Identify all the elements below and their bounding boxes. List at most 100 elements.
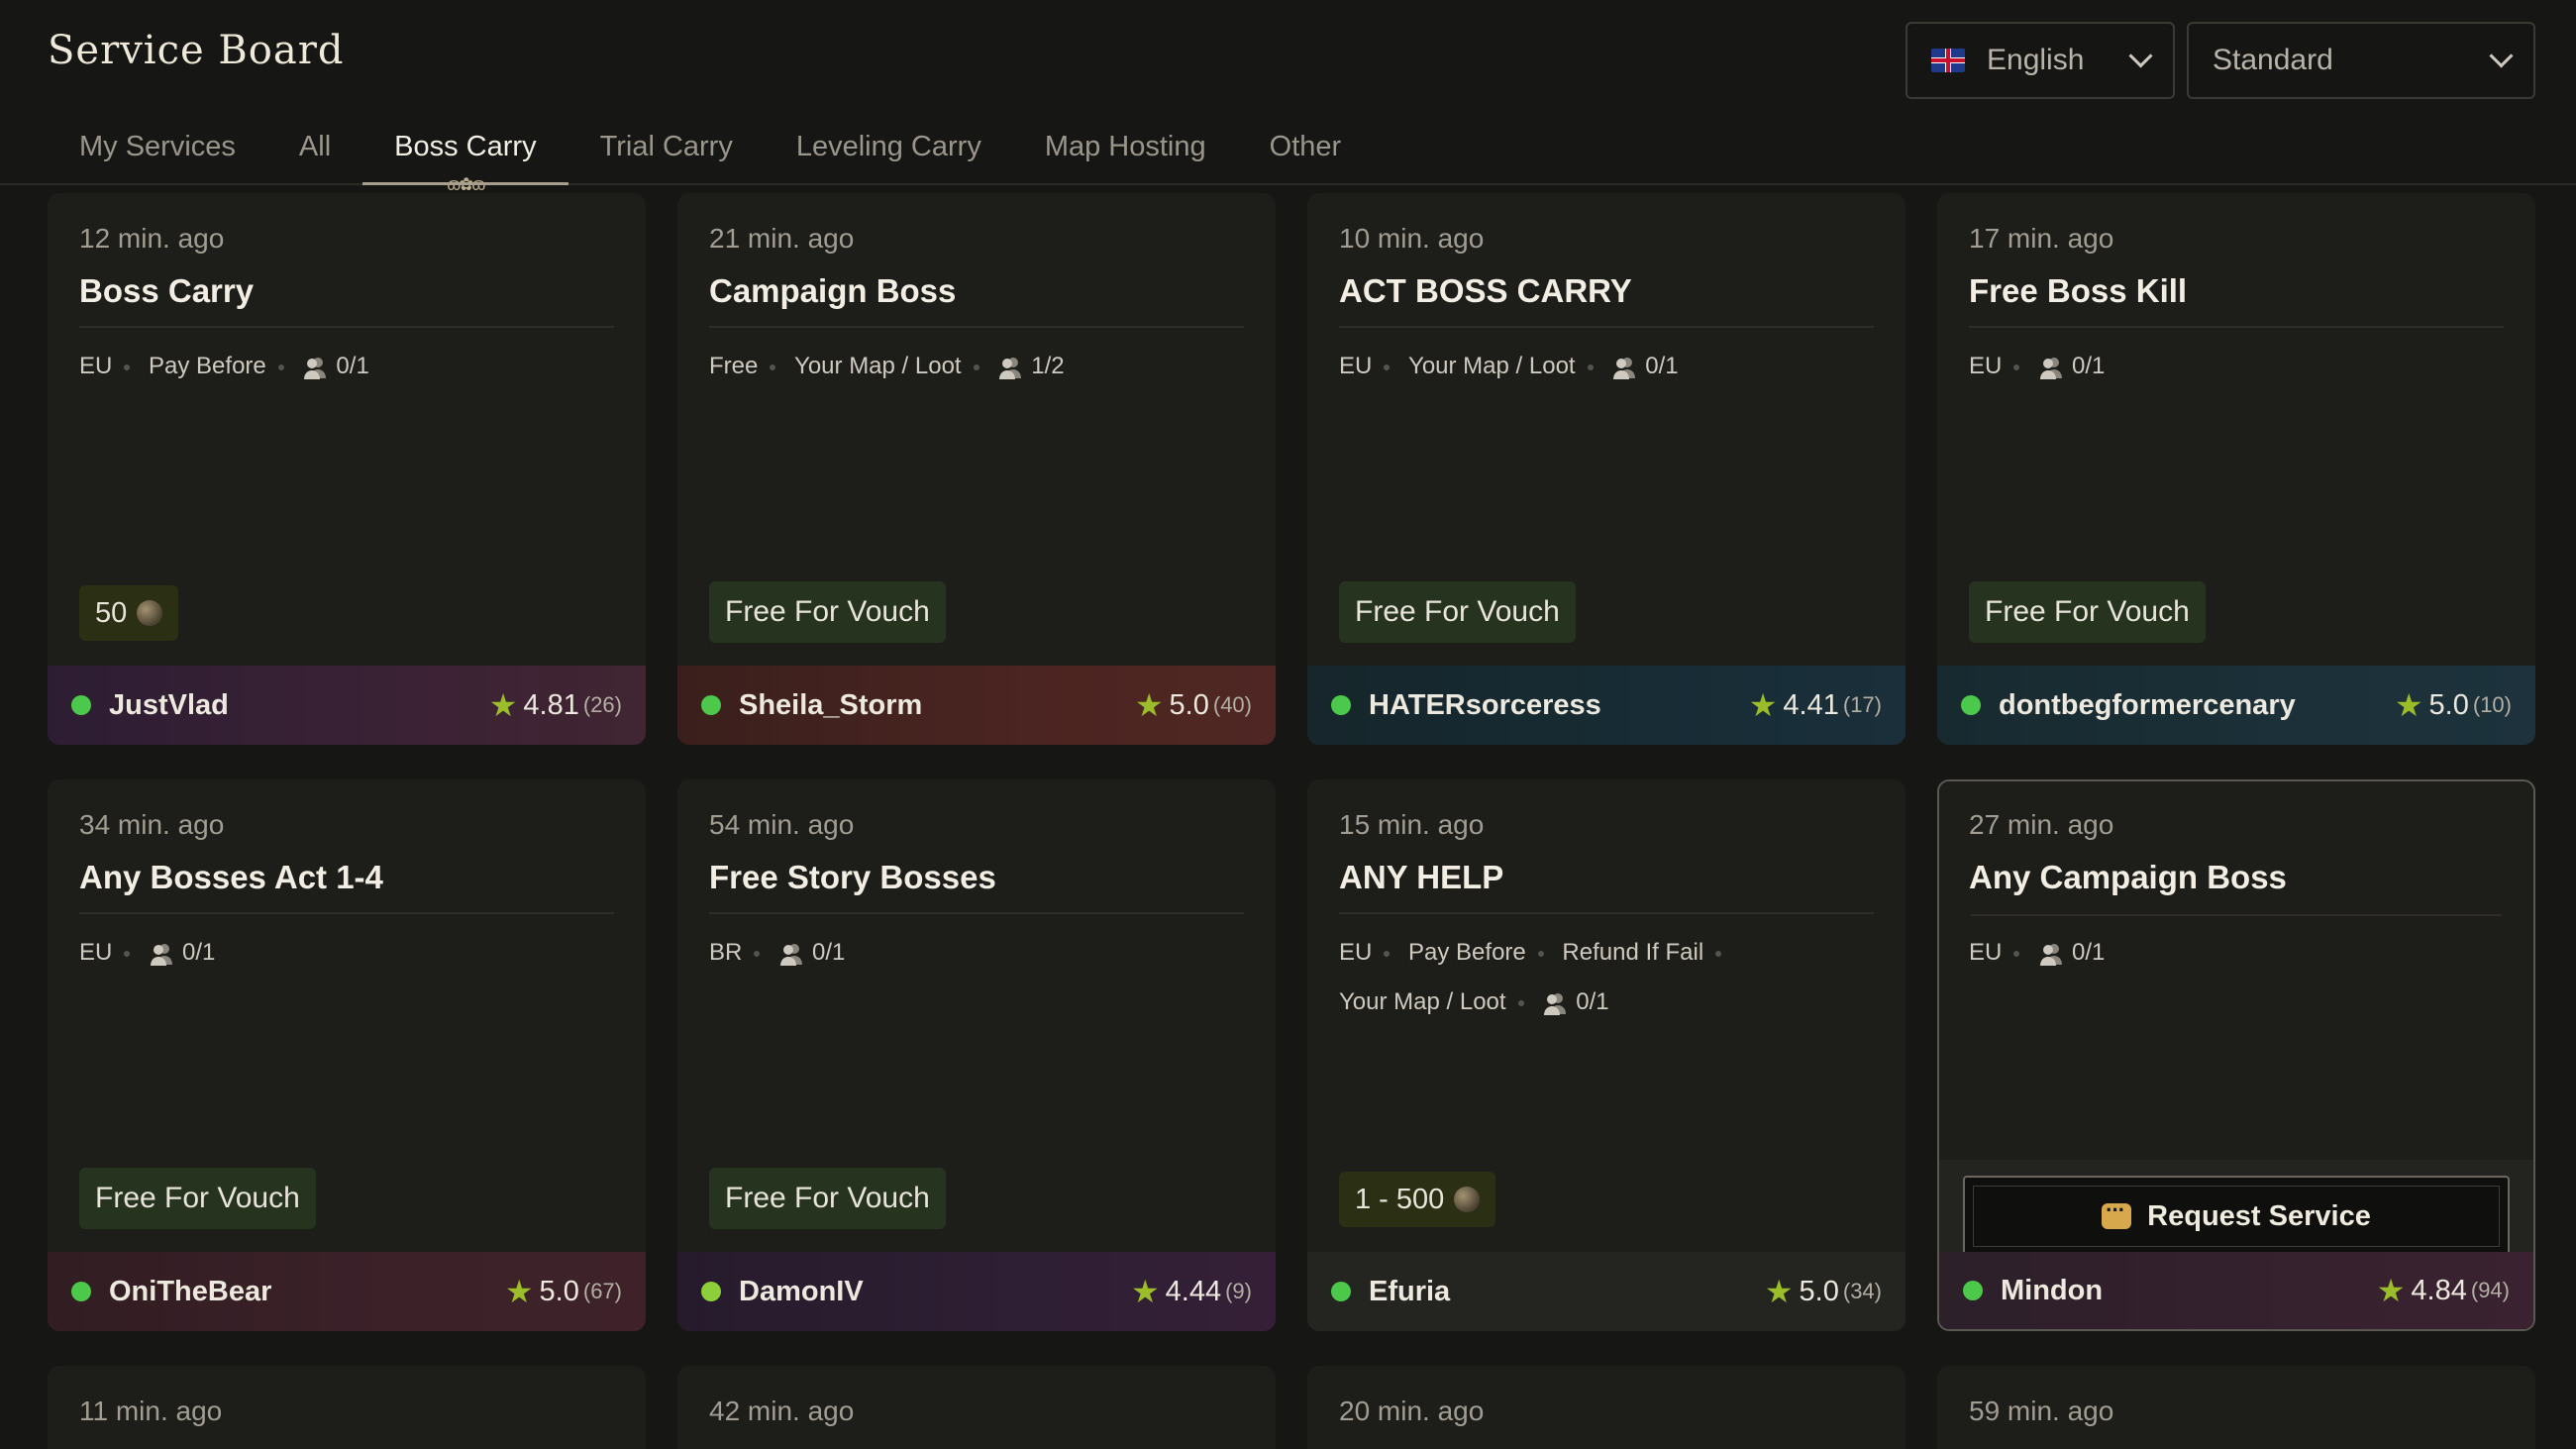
seller-rating: ★ 5.0 (40): [1135, 686, 1252, 724]
seller-footer[interactable]: Efuria ★ 5.0 (34): [1307, 1252, 1906, 1331]
price-value: 50: [95, 596, 128, 629]
star-icon: ★: [2394, 687, 2423, 723]
service-card[interactable]: 10 min. ago ACT BOSS CARRY EU Your Map /…: [1307, 193, 1906, 745]
separator-dot: [2013, 363, 2020, 370]
star-icon: ★: [488, 687, 518, 723]
service-card[interactable]: 42 min. ago: [677, 1366, 1276, 1449]
service-card[interactable]: 11 min. ago: [48, 1366, 646, 1449]
service-card[interactable]: 20 min. ago: [1307, 1366, 1906, 1449]
seller-footer[interactable]: Mindon ★ 4.84 (94): [1939, 1252, 2533, 1329]
seller-footer[interactable]: HATERsorceress ★ 4.41 (17): [1307, 666, 1906, 745]
service-card[interactable]: 59 min. ago: [1937, 1366, 2535, 1449]
tab-boss-carry[interactable]: Boss Carry ɷ✿ɷ: [362, 131, 569, 194]
rating-value: 4.44: [1165, 1275, 1222, 1307]
rating-count: (94): [2470, 1278, 2510, 1302]
category-tabs: My Services All Boss Carry ɷ✿ɷ Trial Carr…: [48, 131, 1374, 194]
tag-region: BR: [709, 939, 743, 966]
star-icon: ★: [1764, 1274, 1794, 1309]
seller-footer[interactable]: OniTheBear ★ 5.0 (67): [48, 1252, 646, 1331]
chevron-down-icon: [2489, 44, 2514, 68]
tab-trial-carry[interactable]: Trial Carry: [568, 131, 765, 183]
online-status-icon: [701, 1282, 721, 1301]
divider: [709, 912, 1244, 914]
tag-payment: Pay Before: [149, 353, 266, 379]
seller-rating: ★ 5.0 (34): [1765, 1273, 1882, 1310]
tab-my-services[interactable]: My Services: [48, 131, 267, 183]
tab-leveling-carry[interactable]: Leveling Carry: [765, 131, 1013, 183]
party-icon: [1613, 357, 1636, 379]
currency-icon: [1454, 1187, 1481, 1212]
online-status-icon: [71, 695, 91, 715]
separator-dot: [1517, 999, 1524, 1006]
seller-footer[interactable]: dontbegformercenary ★ 5.0 (10): [1937, 666, 2535, 745]
slots-count: 0/1: [336, 353, 369, 379]
service-card[interactable]: 34 min. ago Any Bosses Act 1-4 EU 0/1 Fr…: [48, 779, 646, 1331]
tab-other[interactable]: Other: [1238, 131, 1374, 183]
posted-time: 54 min. ago: [709, 809, 855, 840]
card-tags: BR 0/1: [709, 928, 1244, 978]
seller-name[interactable]: Efuria: [1369, 1276, 1450, 1308]
divider: [709, 326, 1244, 328]
seller-name[interactable]: OniTheBear: [109, 1276, 271, 1308]
party-icon: [304, 357, 327, 379]
rating-count: (9): [1225, 1279, 1252, 1303]
posted-time: 34 min. ago: [79, 809, 225, 840]
tab-map-hosting[interactable]: Map Hosting: [1013, 131, 1238, 183]
posted-time: 10 min. ago: [1339, 223, 1485, 254]
separator-dot: [770, 363, 776, 370]
tag-region: EU: [1339, 939, 1373, 966]
party-icon: [1544, 992, 1567, 1015]
currency-icon: [137, 600, 163, 626]
star-icon: ★: [504, 1274, 534, 1309]
service-card[interactable]: 12 min. ago Boss Carry EU Pay Before 0/1…: [48, 193, 646, 745]
card-title: Free Boss Kill: [1969, 272, 2188, 309]
service-card[interactable]: 15 min. ago ANY HELP EU Pay Before Refun…: [1307, 779, 1906, 1331]
slots-count: 0/1: [812, 939, 846, 966]
service-card[interactable]: 21 min. ago Campaign Boss Free Your Map …: [677, 193, 1276, 745]
posted-time: 15 min. ago: [1339, 809, 1485, 840]
posted-time: 17 min. ago: [1969, 223, 2114, 254]
free-for-vouch-badge: Free For Vouch: [709, 581, 946, 643]
rating-value: 5.0: [539, 1275, 579, 1307]
online-status-icon: [1961, 695, 1981, 715]
seller-name[interactable]: JustVlad: [109, 689, 229, 722]
seller-footer[interactable]: Sheila_Storm ★ 5.0 (40): [677, 666, 1276, 745]
tag-refund: Refund If Fail: [1562, 939, 1704, 966]
free-for-vouch-badge: Free For Vouch: [709, 1168, 946, 1229]
separator-dot: [124, 363, 131, 370]
seller-name[interactable]: Mindon: [2001, 1275, 2103, 1307]
request-service-button[interactable]: Request Service: [1963, 1176, 2510, 1257]
seller-name[interactable]: dontbegformercenary: [1999, 689, 2296, 722]
seller-name[interactable]: Sheila_Storm: [739, 689, 922, 722]
star-icon: ★: [1748, 687, 1778, 723]
language-select[interactable]: English: [1906, 22, 2175, 99]
service-card[interactable]: 27 min. ago Any Campaign Boss EU 0/1 Req…: [1937, 779, 2535, 1331]
price-badge: 1 - 500: [1339, 1172, 1496, 1227]
card-title: Any Campaign Boss: [1969, 859, 2287, 895]
seller-name[interactable]: DamonIV: [739, 1276, 864, 1308]
seller-footer[interactable]: JustVlad ★ 4.81 (26): [48, 666, 646, 745]
seller-footer[interactable]: DamonIV ★ 4.44 (9): [677, 1252, 1276, 1331]
star-icon: ★: [2376, 1273, 2406, 1308]
party-icon: [2040, 357, 2063, 379]
tag-loot: Your Map / Loot: [1339, 988, 1506, 1015]
separator-dot: [1715, 950, 1722, 957]
card-title: Any Bosses Act 1-4: [79, 859, 383, 895]
seller-name[interactable]: HATERsorceress: [1369, 689, 1601, 722]
online-status-icon: [1963, 1281, 1983, 1300]
service-card[interactable]: 54 min. ago Free Story Bosses BR 0/1 Fre…: [677, 779, 1276, 1331]
card-tags: EU 0/1: [1969, 342, 2504, 391]
separator-dot: [277, 363, 284, 370]
tab-all[interactable]: All: [267, 131, 362, 183]
top-bar: Service Board English Standard My Servic…: [0, 0, 2576, 194]
tag-region: EU: [79, 353, 113, 379]
card-title: Free Story Bosses: [709, 859, 996, 895]
league-select[interactable]: Standard: [2187, 22, 2535, 99]
seller-rating: ★ 4.41 (17): [1749, 686, 1882, 724]
slots-count: 1/2: [1031, 353, 1065, 379]
ornament-icon: ɷ✿ɷ: [447, 174, 485, 194]
service-card[interactable]: 17 min. ago Free Boss Kill EU 0/1 Free F…: [1937, 193, 2535, 745]
separator-dot: [124, 950, 131, 957]
party-icon: [780, 943, 803, 966]
divider: [79, 912, 614, 914]
